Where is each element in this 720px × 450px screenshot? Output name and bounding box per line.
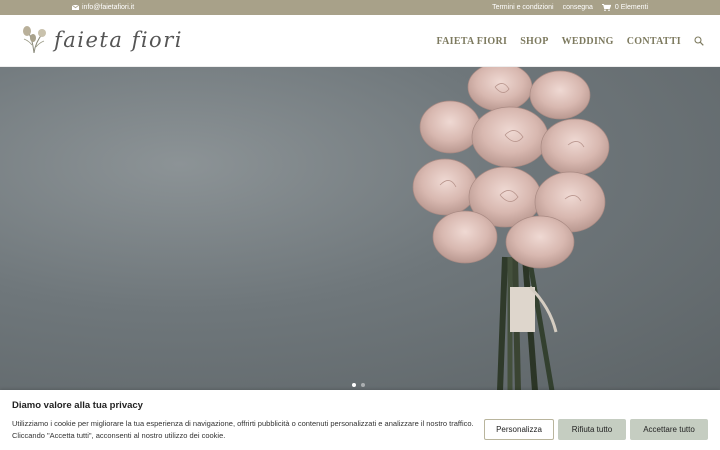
cookie-title: Diamo valore alla tua privacy (12, 400, 143, 411)
site-header: faieta fiori FAIETA FIORI SHOP WEDDING C… (0, 15, 720, 67)
nav-item-wedding[interactable]: WEDDING (562, 36, 614, 47)
logo[interactable]: faieta fiori (20, 24, 183, 56)
nav-item-faieta-fiori[interactable]: FAIETA FIORI (436, 36, 507, 47)
delivery-link[interactable]: consegna (563, 4, 593, 11)
flower-logo-icon (23, 26, 46, 54)
cookie-banner: Diamo valore alla tua privacy Utilizziam… (0, 390, 720, 450)
email-text: info@faietafiori.it (82, 4, 135, 11)
cart-count: 0 Elementi (614, 4, 648, 11)
slider-dot-2[interactable] (361, 383, 365, 387)
logo-text: faieta fiori (54, 28, 183, 52)
reject-all-button[interactable]: Rifiuta tutto (558, 419, 626, 440)
hero-slider[interactable] (0, 67, 720, 391)
search-icon[interactable] (694, 36, 704, 46)
cart-icon (601, 4, 611, 11)
email-link[interactable]: info@faietafiori.it (72, 4, 134, 11)
rose-bouquet-image (412, 67, 610, 391)
main-nav: FAIETA FIORI SHOP WEDDING CONTATTI (436, 15, 704, 67)
envelope-icon (72, 5, 79, 10)
nav-item-shop[interactable]: SHOP (520, 36, 548, 47)
top-bar: info@faietafiori.it Termini e condizioni… (0, 0, 720, 15)
slider-dots (352, 383, 365, 387)
nav-item-contatti[interactable]: CONTATTI (627, 36, 681, 47)
terms-link[interactable]: Termini e condizioni (492, 4, 553, 11)
cookie-text: Utilizziamo i cookie per migliorare la t… (12, 419, 474, 440)
customize-button[interactable]: Personalizza (484, 419, 554, 440)
slider-dot-1[interactable] (352, 383, 356, 387)
accept-all-button[interactable]: Accettare tutto (630, 419, 708, 440)
cart-link[interactable]: 0 Elementi (601, 4, 648, 11)
